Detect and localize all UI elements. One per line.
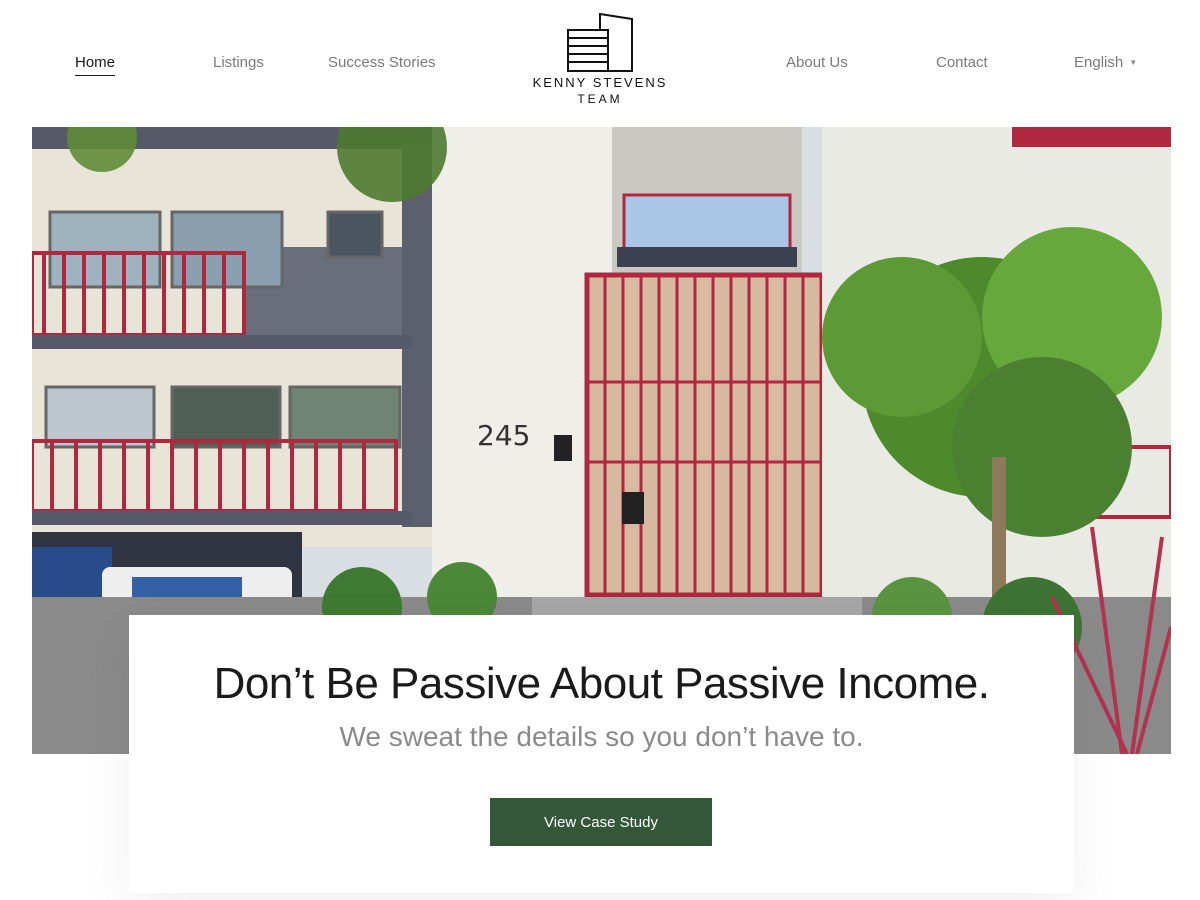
view-case-study-button[interactable]: View Case Study [490,798,712,846]
brand-name: KENNY STEVENS [532,75,668,90]
top-navigation: Home Listings Success Stories KENNY STEV… [0,0,1200,127]
building-number: 245 [477,419,530,452]
brand-logo[interactable]: KENNY STEVENS TEAM [530,12,670,114]
nav-success-stories-link[interactable]: Success Stories [328,54,436,71]
nav-home-link[interactable]: Home [75,54,116,76]
language-selector[interactable]: English ▼ [1074,54,1137,71]
nav-about-us-link[interactable]: About Us [786,54,848,71]
nav-listings-link[interactable]: Listings [213,54,264,71]
brand-subtitle: TEAM [577,92,623,106]
hero-headline: Don’t Be Passive About Passive Income. [213,659,990,708]
hero-card: Don’t Be Passive About Passive Income. W… [129,615,1074,893]
building-icon [567,12,633,72]
language-label: English [1074,54,1124,71]
nav-contact-link[interactable]: Contact [936,54,988,71]
caret-down-icon: ▼ [1129,58,1138,67]
hero-subhead: We sweat the details so you don’t have t… [339,721,864,752]
